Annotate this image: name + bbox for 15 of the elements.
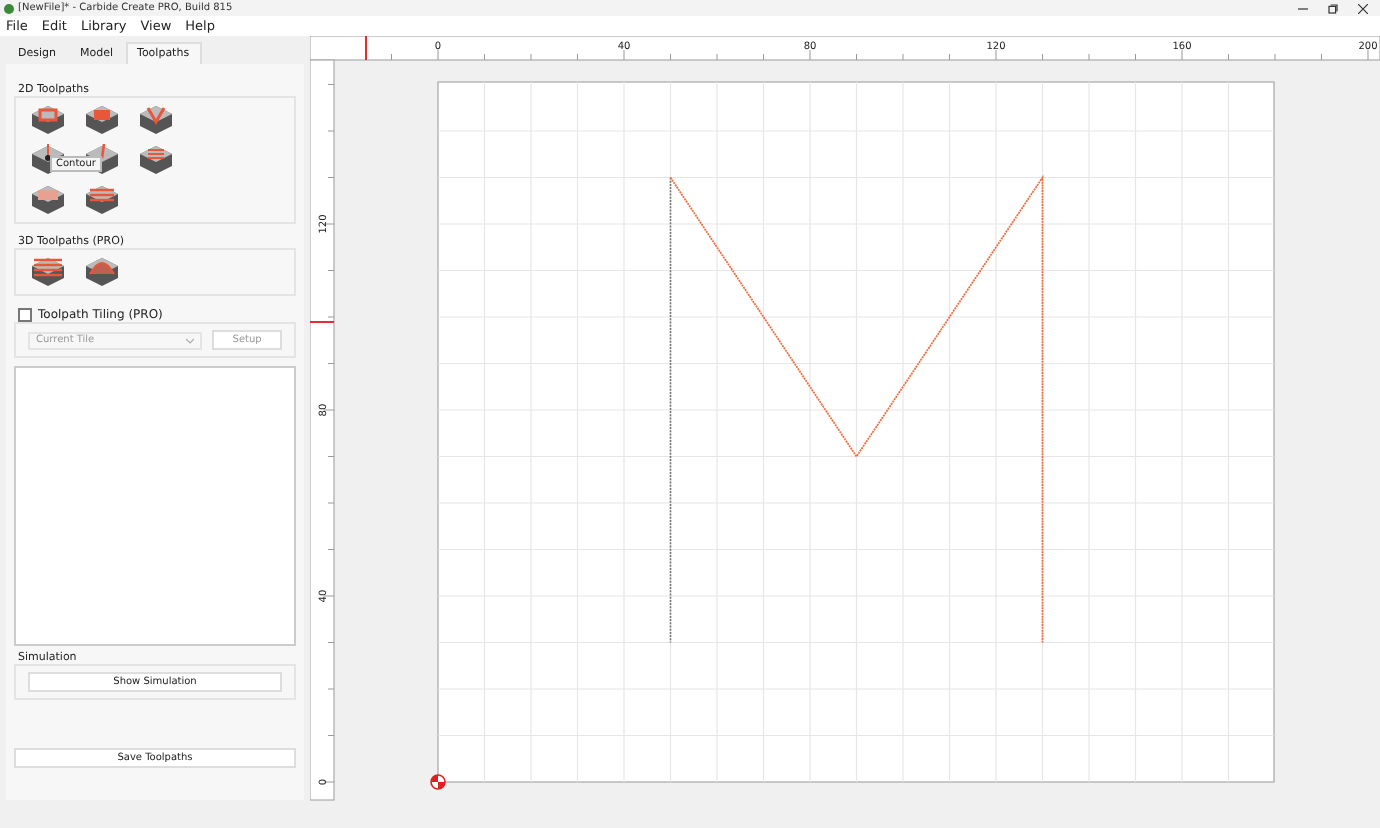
toolpath-tool-icon[interactable] — [136, 144, 176, 176]
toolpath-tool-icon[interactable] — [82, 104, 122, 136]
toolpath-tool-icon[interactable] — [82, 184, 122, 216]
caret-icon — [186, 337, 195, 343]
app-logo-icon — [4, 3, 14, 13]
close-icon[interactable] — [1358, 3, 1368, 13]
toolpath-tool-icon[interactable] — [28, 184, 68, 216]
toolpath-tool-icon[interactable] — [82, 256, 122, 288]
toolpath-tool-icon[interactable] — [28, 104, 68, 136]
tiling-checkbox[interactable] — [18, 308, 32, 322]
toolpath-tool-icon[interactable] — [136, 104, 176, 136]
toolpath-tool-icon[interactable] — [28, 256, 68, 288]
minimize-icon[interactable] — [1298, 3, 1308, 13]
restore-icon[interactable] — [1328, 3, 1338, 13]
origin-icon — [430, 774, 446, 790]
